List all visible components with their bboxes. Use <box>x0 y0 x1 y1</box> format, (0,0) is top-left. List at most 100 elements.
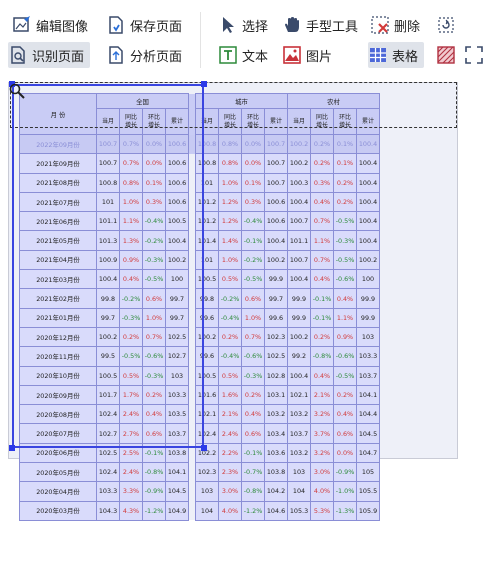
recognize-page-icon <box>8 45 28 65</box>
selection-handle[interactable] <box>201 81 207 87</box>
table-cell: 4.0% <box>310 481 334 502</box>
fullscreen-button[interactable] <box>464 42 488 68</box>
table-cell: 102.8 <box>264 365 288 386</box>
save-page-button[interactable]: 保存页面 <box>106 12 182 38</box>
table-cell: -0.6% <box>142 346 166 367</box>
delete-button[interactable]: 删除 <box>370 12 420 38</box>
table-cell: 0.8% <box>119 172 143 193</box>
table-row[interactable]: 2021年07月份 101 1.0% 0.3% 100.6 101.2 1.2% 0.3% 10… <box>19 191 380 213</box>
select-tool-button[interactable]: 选择 <box>218 12 268 38</box>
subheader-cell: 同比 增长 <box>218 108 242 135</box>
table-cell: 100.4 <box>356 211 380 232</box>
table-cell: 1.3% <box>119 230 143 251</box>
pattern-button[interactable] <box>436 42 460 68</box>
table-row[interactable]: 2021年03月份 100.4 0.4% -0.5% 100 100.5 0.5% -0.5%… <box>19 269 380 290</box>
table-cell: 0.2% <box>241 384 265 406</box>
transform-button[interactable] <box>436 12 460 38</box>
table-cell: 100.6 <box>165 172 189 193</box>
table-cell: 0.2% <box>119 326 143 348</box>
column-gap <box>188 269 196 289</box>
table-cell: 102.5 <box>264 346 288 367</box>
hand-tool-button[interactable]: 手型工具 <box>282 12 358 38</box>
table-row[interactable]: 2021年01月份 99.7 -0.3% 1.0% 99.7 99.6 -0.4% 1.0% 9… <box>19 307 380 328</box>
row-label: 2020年10月份 <box>19 365 97 386</box>
table-row[interactable]: 2021年08月份 100.8 0.8% 0.1% 100.6 101 1.0% 0.1% 10… <box>19 172 380 193</box>
table-row[interactable]: 2020年07月份 102.7 2.7% 0.6% 103.7 102.4 2.4% 0.6%… <box>19 423 380 444</box>
recognize-page-button[interactable]: 识别页面 <box>8 42 91 68</box>
table-row[interactable]: 2021年04月份 100.9 0.9% -0.3% 100.2 101 1.0% -0.2%… <box>19 249 380 271</box>
table-cell: 0.0% <box>333 442 357 464</box>
table-row[interactable]: 2020年05月份 102.4 2.4% -0.8% 104.1 102.3 2.3% -0.… <box>19 462 380 483</box>
table-row[interactable]: 2020年06月份 102.5 2.5% -0.1% 103.8 102.2 2.2% -0.… <box>19 442 380 464</box>
table-row[interactable]: 2021年02月份 99.8 -0.2% 0.6% 99.7 99.8 -0.2% 0.6% 9… <box>19 288 380 309</box>
column-gap <box>188 230 196 251</box>
table-cell: 101 <box>96 191 120 213</box>
subheader-cell: 当月 <box>96 108 120 135</box>
table-cell: 105.9 <box>356 500 380 521</box>
table-cell: 103.1 <box>264 384 288 406</box>
group-urban: 城市 <box>195 93 288 109</box>
table-cell: 101.4 <box>195 230 219 251</box>
vertical-scrollbar[interactable] <box>490 152 499 574</box>
table-row[interactable]: 2021年05月份 101.3 1.3% -0.2% 100.4 101.4 1.4% -0.… <box>19 230 380 251</box>
row-label: 2022年09月份 <box>19 133 97 155</box>
row-label: 2020年08月份 <box>19 404 97 425</box>
table-cell: -0.4% <box>218 307 242 328</box>
recognized-table[interactable]: 月 份 全国 城市 农村 当月 同比 增长 环比 增长 累计 当月 同比 增长 环比 增长 累计 当月同… <box>19 93 380 521</box>
table-row[interactable]: 2020年08月份 102.4 2.4% 0.4% 103.5 102.1 2.1% 0.4%… <box>19 404 380 425</box>
selection-handle[interactable] <box>9 445 15 451</box>
table-cell: 0.7% <box>241 326 265 348</box>
table-row[interactable]: 2021年06月份 101.1 1.1% -0.4% 100.5 101.2 1.2% -0.… <box>19 211 380 232</box>
table-row[interactable]: 2020年04月份 103.3 3.3% -0.9% 104.5 103 3.0% -0.8%… <box>19 481 380 502</box>
table-cell: 3.2% <box>310 404 334 425</box>
subheader-cell: 环比 增长 <box>241 108 265 135</box>
table-row[interactable]: 2022年09月份 100.7 0.7% 0.0% 100.6 100.8 0.8% 0.0%… <box>19 133 380 155</box>
table-cell: 100.6 <box>264 191 288 213</box>
toolbar-separator <box>200 12 201 68</box>
table-cell: 100.4 <box>356 172 380 193</box>
zoom-search-icon[interactable] <box>8 82 26 104</box>
table-cell: 100.8 <box>96 172 120 193</box>
document-canvas[interactable]: 月 份 全国 城市 农村 当月 同比 增长 环比 增长 累计 当月 同比 增长 环比 增长 累计 当月同… <box>0 76 499 574</box>
table-cell: 0.7% <box>310 211 334 232</box>
table-cell: 0.6% <box>241 423 265 444</box>
table-cell: -0.1% <box>310 307 334 328</box>
table-cell: 1.6% <box>218 384 242 406</box>
table-cell: 2.5% <box>119 442 143 464</box>
image-button[interactable]: 图片 <box>282 42 332 68</box>
row-label: 2020年05月份 <box>19 462 97 483</box>
table-row[interactable]: 2021年09月份 100.7 0.7% 0.0% 100.6 100.8 0.8% 0.0%… <box>19 153 380 174</box>
table-cell: 102.4 <box>96 462 120 483</box>
table-row[interactable]: 2020年10月份 100.5 0.5% -0.3% 103 100.5 0.5% -0.3%… <box>19 365 380 386</box>
selection-handle[interactable] <box>201 445 207 451</box>
edit-image-icon <box>12 15 32 35</box>
table-row[interactable]: 2020年09月份 101.7 1.7% 0.2% 103.3 101.6 1.6% 0.2%… <box>19 384 380 406</box>
table-cell: 0.4% <box>119 269 143 290</box>
table-cell: -0.3% <box>142 249 166 271</box>
table-cell: 103.3 <box>96 481 120 502</box>
table-cell: 0.1% <box>241 172 265 193</box>
table-cell: 100.2 <box>195 326 219 348</box>
column-gap <box>188 327 196 347</box>
table-cell: 99.2 <box>287 346 311 367</box>
table-cell: 0.0% <box>241 133 265 155</box>
table-row[interactable]: 2020年03月份 104.3 4.3% -1.2% 104.9 104 4.0% -1.2%… <box>19 500 380 521</box>
table-cell: 100.2 <box>287 133 311 155</box>
table-cell: 103.2 <box>287 442 311 464</box>
table-cell: 0.6% <box>142 288 166 309</box>
table-cell: 103 <box>287 462 311 483</box>
table-button[interactable]: 表格 <box>368 42 425 68</box>
table-cell: 102.7 <box>165 346 189 367</box>
table-row[interactable]: 2020年11月份 99.5 -0.5% -0.6% 102.7 99.6 -0.4% -0.… <box>19 346 380 367</box>
table-cell: 3.2% <box>310 442 334 464</box>
table-cell: 104 <box>195 500 219 521</box>
text-button[interactable]: 文本 <box>218 42 268 68</box>
table-cell: 0.4% <box>333 404 357 425</box>
table-cell: 0.2% <box>310 153 334 174</box>
analyze-page-button[interactable]: 分析页面 <box>106 42 182 68</box>
column-gap <box>188 250 196 270</box>
table-row[interactable]: 2020年12月份 100.2 0.2% 0.7% 102.5 100.2 0.2% 0.7%… <box>19 326 380 348</box>
text-icon <box>218 45 238 65</box>
edit-image-button[interactable]: 编辑图像 <box>12 12 88 38</box>
page-area: 月 份 全国 城市 农村 当月 同比 增长 环比 增长 累计 当月 同比 增长 环比 增长 累计 当月同… <box>8 82 458 521</box>
